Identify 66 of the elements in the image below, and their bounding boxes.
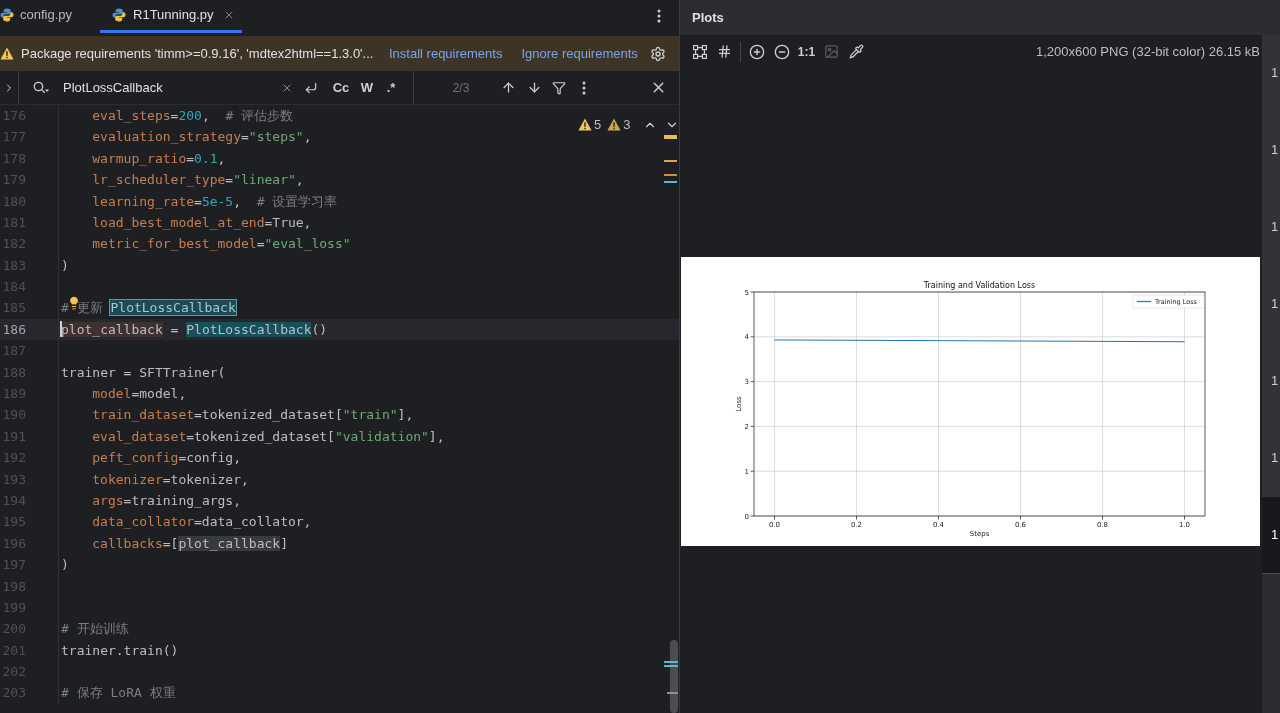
code-line: # 开始训练 <box>61 620 129 639</box>
return-arrow-icon <box>304 80 318 95</box>
code-line: # 更新 PlotLossCallback <box>61 299 236 318</box>
inspection-counter[interactable]: 5 <box>578 115 602 135</box>
search-field[interactable]: PlotLossCallback <box>63 76 275 99</box>
settings-icon <box>650 45 666 62</box>
banner-message: Package requirements 'timm>=0.9.16', 'mdtex2html==1.3.0'... <box>21 44 375 63</box>
plot-thumbnail[interactable]: 1 <box>1262 497 1280 574</box>
arrow-down-icon <box>526 80 542 95</box>
editor-tab[interactable]: config.py <box>0 0 101 33</box>
zoom-out-icon <box>773 43 790 60</box>
search-option-toggle[interactable]: Cc <box>329 76 353 99</box>
eyedropper-icon <box>849 44 864 59</box>
panel-title: Plots <box>692 8 724 27</box>
code-line: warmup_ratio=0.1, <box>92 149 226 168</box>
scrollbar-thumb[interactable] <box>670 640 678 713</box>
line-number: 186 <box>1 320 26 339</box>
plot-thumbnail[interactable]: 1 <box>1262 189 1280 266</box>
plot-thumbnail[interactable]: 1 <box>1262 420 1280 497</box>
file-type-icon <box>112 8 127 22</box>
grid-icon <box>717 44 732 59</box>
plot-thumbnail[interactable]: 1 <box>1262 343 1280 420</box>
more-options-icon <box>657 9 661 23</box>
code-line: callbacks=[plot_callback] <box>92 534 288 553</box>
code-line: learning_rate=5e-5, # 设置学习率 <box>92 192 338 211</box>
plot-thumbnail[interactable]: 1 <box>1262 266 1280 343</box>
code-line: lr_scheduler_type="linear", <box>92 171 304 190</box>
more-options-icon <box>582 80 586 95</box>
code-line: load_best_model_at_end=True, <box>92 213 312 232</box>
image-frame-icon <box>824 44 839 59</box>
search-option-toggle[interactable]: .* <box>379 76 403 99</box>
code-line: metric_for_best_model="eval_loss" <box>92 235 351 254</box>
code-line: eval_steps=200, # 评估步数 <box>92 106 294 125</box>
file-type-icon <box>0 8 14 22</box>
zoom-in-icon <box>748 43 765 60</box>
four-squares-icon <box>692 44 707 59</box>
editor-tab[interactable]: R1Tunning.py <box>100 0 242 33</box>
image-info: 1,200x600 PNG (32-bit color) 26.15 kB <box>1036 42 1260 61</box>
code-line: plot_callback = PlotLossCallback() <box>61 320 328 339</box>
code-line: model=model, <box>92 385 187 403</box>
funnel-icon <box>552 80 566 95</box>
warning-icon <box>0 47 14 60</box>
code-line: ) <box>61 556 69 575</box>
search-option-toggle[interactable]: W <box>355 76 379 99</box>
code-line: eval_dataset=tokenized_dataset["validation"], <box>92 427 445 446</box>
plot-thumbnail[interactable]: 1 <box>1262 35 1280 112</box>
chart-title: Training and Validation Loss <box>923 281 1036 290</box>
code-line: ) <box>61 256 69 275</box>
code-line: trainer.train() <box>61 641 179 660</box>
code-line: data_collator=data_collator, <box>92 513 312 532</box>
match-count: 2/3 <box>451 79 471 97</box>
code-line: peft_config=config, <box>92 449 241 468</box>
banner-action-link[interactable]: Install requirements <box>389 43 503 64</box>
search-icon <box>33 80 49 95</box>
code-line: tokenizer=tokenizer, <box>92 470 249 489</box>
plot-thumbnail[interactable]: 1 <box>1262 112 1280 189</box>
code-line: # 保存 LoRA 权重 <box>61 684 176 703</box>
search-history-button[interactable] <box>33 79 49 96</box>
actual-size-button[interactable]: 1:1 <box>794 39 819 64</box>
inspection-counter[interactable]: 3 <box>607 115 631 135</box>
code-line: trainer = SFTTrainer( <box>61 363 226 382</box>
banner-settings-button[interactable] <box>649 44 667 63</box>
code-line: evaluation_strategy="steps", <box>92 128 312 147</box>
code-line: train_dataset=tokenized_dataset["train"], <box>92 406 414 425</box>
code-line: args=training_args, <box>92 491 241 510</box>
banner-action-link[interactable]: Ignore requirements <box>521 43 638 64</box>
